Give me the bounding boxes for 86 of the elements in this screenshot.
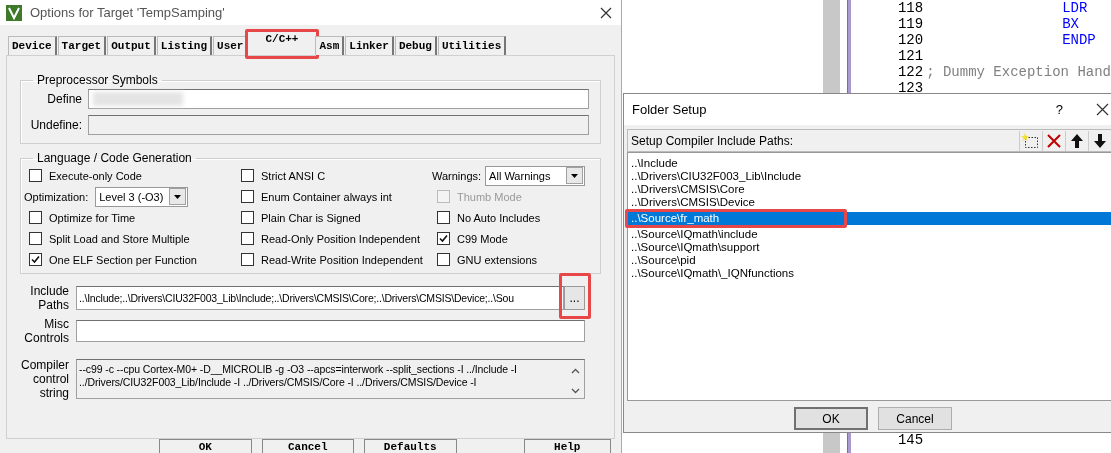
- checkbox-label: Split Load and Store Multiple: [49, 232, 190, 245]
- misc-controls-field[interactable]: [76, 320, 585, 342]
- caret-icon[interactable]: [169, 188, 187, 205]
- list-item[interactable]: ..\Source\pid: [628, 254, 1111, 267]
- dropdown-label: Optimization:: [24, 190, 89, 203]
- caret-icon[interactable]: [566, 167, 584, 184]
- tab[interactable]: Device: [8, 36, 57, 55]
- browse-button[interactable]: ...: [564, 286, 585, 310]
- checkbox-label: GNU extensions: [457, 253, 538, 266]
- line-number: 120: [896, 32, 925, 48]
- list-item[interactable]: ..\Source\IQmath\_IQNfunctions: [628, 267, 1111, 280]
- checkbox[interactable]: [437, 211, 450, 224]
- line-number: 121: [896, 48, 925, 64]
- tab[interactable]: Linker: [345, 36, 394, 55]
- checkbox[interactable]: [29, 211, 42, 224]
- line-number: 145: [896, 432, 925, 448]
- line-number: 118: [896, 0, 925, 16]
- checkbox-label: Execute-only Code: [49, 169, 142, 182]
- checkbox[interactable]: [241, 190, 254, 203]
- dialog-button[interactable]: Cancel: [878, 407, 952, 430]
- tab[interactable]: Asm: [315, 36, 345, 55]
- close-icon[interactable]: [600, 6, 612, 19]
- window-title: Options for Target 'TempSamping': [30, 5, 226, 20]
- code-text: LDR: [1062, 0, 1088, 16]
- checkbox[interactable]: [29, 232, 42, 245]
- field-label: Misc Controls: [23, 317, 69, 345]
- define-field[interactable]: [88, 89, 589, 109]
- checkbox-label: Thumb Mode: [457, 190, 522, 203]
- list-item[interactable]: ..\Source\fr_math: [628, 212, 1111, 225]
- checkbox-label: C99 Mode: [457, 232, 508, 245]
- checkbox[interactable]: [437, 253, 450, 266]
- checkbox-label: Optimize for Time: [49, 211, 136, 224]
- include-paths-field[interactable]: ..\Include;..\Drivers\CIU32F003_Lib\Include;..\Drivers\CMSIS\Core;..\Drivers\CMSIS\Device;..\Sou: [76, 286, 564, 310]
- checkbox-label: Read-Only Position Independent: [261, 232, 420, 245]
- code-text: BX: [1062, 16, 1079, 32]
- help-button[interactable]: ?: [1055, 102, 1063, 117]
- field-label: Compiler control string: [20, 358, 69, 400]
- group-title: Language / Code Generation: [36, 151, 193, 165]
- tab[interactable]: Utilities: [437, 36, 507, 55]
- checkbox-label: No Auto Includes: [457, 211, 541, 224]
- checkbox[interactable]: [29, 169, 42, 182]
- group-title: Preprocessor Symbols: [36, 73, 159, 87]
- checkbox[interactable]: [29, 253, 42, 266]
- dialog-button[interactable]: Help: [523, 439, 611, 453]
- window-title: Folder Setup: [632, 102, 708, 117]
- dialog-button[interactable]: OK: [794, 407, 868, 430]
- close-icon[interactable]: [1096, 103, 1109, 116]
- dropdown[interactable]: All Warnings: [485, 165, 586, 186]
- list-item[interactable]: ..\Source\IQmath\support: [628, 241, 1111, 254]
- list-item[interactable]: ..\Drivers\CMSIS\Device: [628, 196, 1111, 209]
- checkbox-label: Strict ANSI C: [261, 169, 326, 182]
- list-item[interactable]: ..\Include: [628, 157, 1111, 170]
- field-label: Define: [46, 92, 82, 106]
- line-number: 119: [896, 16, 925, 32]
- line-number: 122: [896, 64, 925, 80]
- field-label: Undefine:: [29, 118, 82, 132]
- checkbox[interactable]: [241, 253, 254, 266]
- checkbox-label: One ELF Section per Function: [49, 253, 197, 266]
- code-text: ENDP: [1062, 32, 1096, 48]
- tab[interactable]: Output: [107, 36, 156, 55]
- code-text: ; Dummy Exception Hand: [926, 64, 1111, 80]
- dialog-button[interactable]: Defaults: [364, 439, 457, 453]
- compiler-string-text: --c99 -c --cpu Cortex-M0+ -D__MICROLIB -g -O3 --apcs=interwork --split_sections -I ../Include -I ../Drivers/CIU32F003_Lib/Include -I ../Drivers/CMSIS/Core -I ../Drivers/CMSIS/Device -I: [79, 363, 518, 390]
- list-item[interactable]: ..\Source\IQmath\include: [628, 228, 1111, 241]
- list-header: Setup Compiler Include Paths:: [631, 133, 795, 148]
- checkbox[interactable]: [241, 169, 254, 182]
- tab[interactable]: Debug: [394, 36, 437, 55]
- app-icon[interactable]: [6, 4, 22, 21]
- list-item[interactable]: ..\Drivers\CIU32F003_Lib\Include: [628, 170, 1111, 183]
- checkbox[interactable]: [437, 232, 450, 245]
- checkbox-label: Plain Char is Signed: [261, 211, 361, 224]
- dialog-button[interactable]: Cancel: [261, 439, 354, 453]
- field-label: Include Paths: [29, 284, 69, 312]
- checkbox[interactable]: [241, 211, 254, 224]
- tab[interactable]: Listing: [156, 36, 213, 55]
- checkbox[interactable]: [241, 232, 254, 245]
- dialog-button[interactable]: OK: [159, 439, 252, 453]
- tab[interactable]: Target: [57, 36, 107, 55]
- scroll-down-icon[interactable]: [571, 388, 580, 394]
- dropdown-label: Warnings:: [432, 169, 482, 182]
- scroll-up-icon[interactable]: [571, 368, 580, 374]
- dropdown[interactable]: Level 3 (-O3): [95, 186, 189, 207]
- list-item[interactable]: ..\Drivers\CMSIS\Core: [628, 183, 1111, 196]
- checkbox-label: Enum Container always int: [261, 190, 392, 203]
- line-number: 123: [896, 80, 925, 96]
- checkbox-label: Read-Write Position Independent: [261, 253, 423, 266]
